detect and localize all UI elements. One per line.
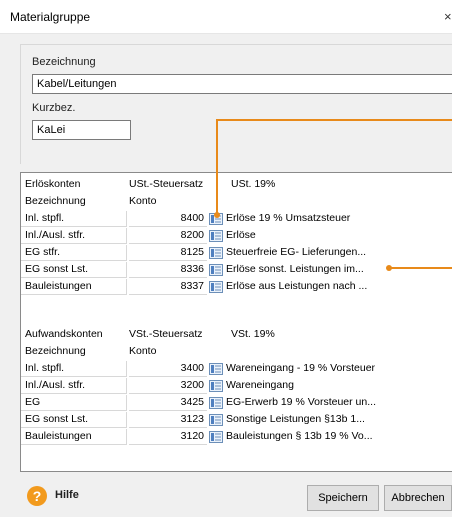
table-row[interactable]: Inl. stpfl. 3400 Wareneingang - 19 % Vor… (21, 361, 452, 377)
account-list-icon[interactable] (209, 431, 223, 443)
row-name: EG (21, 395, 127, 411)
row-description: Erlöse (226, 229, 256, 241)
row-name: Inl. stpfl. (21, 211, 127, 227)
row-description: Bauleistungen § 13b 19 % Vo... (226, 430, 373, 442)
callout-line-vertical (216, 119, 218, 215)
row-konto[interactable]: 3425 (129, 395, 207, 411)
row-name: Bauleistungen (21, 279, 127, 295)
cancel-button[interactable]: Abbrechen (384, 485, 452, 511)
row-description: Erlöse aus Leistungen nach ... (226, 280, 368, 292)
row-name: Inl./Ausl. stfr. (21, 228, 127, 244)
row-description: Sonstige Leistungen §13b 1... (226, 413, 365, 425)
erloes-col-bezeichnung: Bezeichnung (25, 195, 86, 207)
account-list-icon[interactable] (209, 281, 223, 293)
bezeichnung-label: Bezeichnung (32, 56, 96, 68)
row-konto[interactable]: 3200 (129, 378, 207, 394)
row-konto[interactable]: 8200 (129, 228, 207, 244)
aufwand-col-bezeichnung: Bezeichnung (25, 345, 86, 357)
account-list-icon[interactable] (209, 380, 223, 392)
table-row[interactable]: Bauleistungen 8337 Erlöse aus Leistungen… (21, 279, 452, 295)
title-bar: Materialgruppe × (0, 0, 452, 34)
aufwand-col-konto: Konto (129, 345, 157, 357)
account-list-icon[interactable] (209, 414, 223, 426)
account-list-icon[interactable] (209, 230, 223, 242)
account-table: Erlöskonten USt.-Steuersatz USt. 19% Bez… (20, 172, 452, 472)
erloes-header-row: Erlöskonten USt.-Steuersatz USt. 19% (21, 177, 452, 193)
aufwand-header-label: Aufwandskonten (25, 328, 103, 340)
table-row[interactable]: Inl. stpfl. 8400 Erlöse 19 % Umsatzsteue… (21, 211, 452, 227)
row-konto[interactable]: 8125 (129, 245, 207, 261)
row-description: Erlöse 19 % Umsatzsteuer (226, 212, 351, 224)
row-name: EG sonst Lst. (21, 262, 127, 278)
table-row[interactable]: EG 3425 EG-Erwerb 19 % Vorsteuer un... (21, 395, 452, 411)
erloes-header-label: Erlöskonten (25, 178, 81, 190)
row-description: Erlöse sonst. Leistungen im... (226, 263, 364, 275)
kurzbez-label: Kurzbez. (32, 102, 76, 114)
table-row[interactable]: Inl./Ausl. stfr. 8200 Erlöse (21, 228, 452, 244)
table-row[interactable]: Bauleistungen 3120 Bauleistungen § 13b 1… (21, 429, 452, 445)
aufwand-header-row: Aufwandskonten VSt.-Steuersatz VSt. 19% (21, 327, 452, 343)
row-description: Wareneingang (226, 379, 294, 391)
row-name: Bauleistungen (21, 429, 127, 445)
row-description: EG-Erwerb 19 % Vorsteuer un... (226, 396, 376, 408)
row-description: Steuerfreie EG- Lieferungen... (226, 246, 367, 258)
table-row[interactable]: EG stfr. 8125 Steuerfreie EG- Lieferunge… (21, 245, 452, 261)
window-title: Materialgruppe (10, 10, 91, 24)
row-konto[interactable]: 8400 (129, 211, 207, 227)
aufwand-tax-label: VSt.-Steuersatz (129, 328, 203, 340)
row-konto[interactable]: 3120 (129, 429, 207, 445)
bezeichnung-field[interactable]: Kabel/Leitungen (32, 74, 452, 94)
callout-line-top (216, 119, 452, 121)
account-list-icon[interactable] (209, 247, 223, 259)
row-konto[interactable]: 3400 (129, 361, 207, 377)
account-list-icon[interactable] (209, 363, 223, 375)
erloes-col-konto: Konto (129, 195, 157, 207)
help-link[interactable]: Hilfe (55, 489, 79, 501)
row-name: Inl./Ausl. stfr. (21, 378, 127, 394)
row-name: EG sonst Lst. (21, 412, 127, 428)
kurzbez-field[interactable]: KaLei (32, 120, 131, 140)
account-list-icon[interactable] (209, 264, 223, 276)
save-button[interactable]: Speichern (307, 485, 379, 511)
row-konto[interactable]: 8336 (129, 262, 207, 278)
aufwand-tax-value[interactable]: VSt. 19% (231, 327, 275, 342)
row-konto[interactable]: 8337 (129, 279, 207, 295)
aufwand-subheader-row: Bezeichnung Konto (21, 344, 452, 360)
close-icon[interactable]: × (444, 9, 452, 24)
dialog-body: Bezeichnung Kabel/Leitungen Kurzbez. KaL… (0, 34, 452, 517)
callout-line-middle (390, 267, 452, 269)
callout-dot-icon (214, 212, 220, 218)
account-list-icon[interactable] (209, 397, 223, 409)
row-description: Wareneingang - 19 % Vorsteuer (226, 362, 376, 374)
row-name: Inl. stpfl. (21, 361, 127, 377)
row-konto[interactable]: 3123 (129, 412, 207, 428)
row-name: EG stfr. (21, 245, 127, 261)
table-row[interactable]: EG sonst Lst. 3123 Sonstige Leistungen §… (21, 412, 452, 428)
name-section: Bezeichnung Kabel/Leitungen Kurzbez. KaL… (20, 44, 452, 164)
dialog-footer: ? Hilfe Speichern Abbrechen (0, 474, 452, 517)
help-icon[interactable]: ? (27, 486, 47, 506)
erloes-tax-value[interactable]: USt. 19% (231, 177, 275, 192)
table-row[interactable]: Inl./Ausl. stfr. 3200 Wareneingang (21, 378, 452, 394)
erloes-subheader-row: Bezeichnung Konto (21, 194, 452, 210)
erloes-tax-label: USt.-Steuersatz (129, 178, 204, 190)
callout-dot-desc (386, 265, 392, 271)
